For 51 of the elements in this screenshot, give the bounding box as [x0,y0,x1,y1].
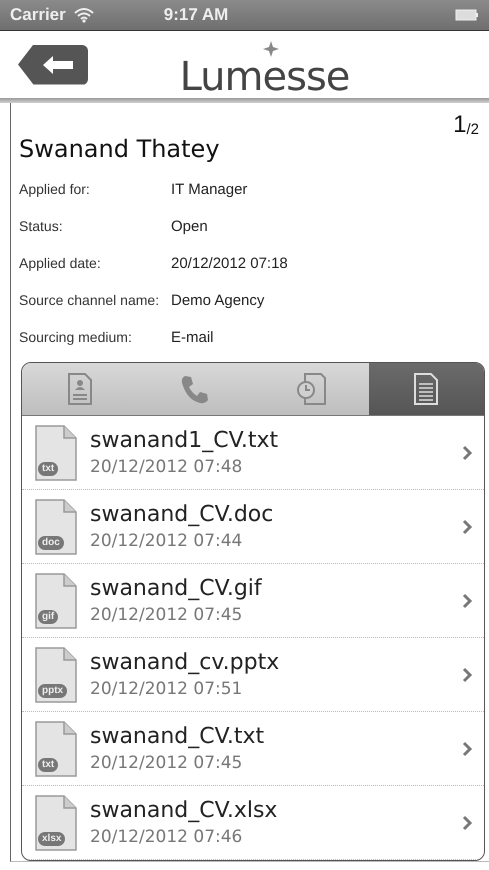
chevron-right-icon [462,666,472,682]
file-icon [34,572,78,630]
sparkle-icon [262,40,278,57]
detail-label: Source channel name: [19,292,160,309]
document-row[interactable]: doc swanand_CV.doc 20/12/2012 07:44 [22,490,484,564]
chevron-right-icon [462,740,472,756]
file-date: 20/12/2012 07:51 [90,679,244,699]
tab[interactable] [368,363,484,415]
document-row[interactable]: gif swanand_CV.gif 20/12/2012 07:45 [22,564,484,638]
file-icon [34,424,78,482]
file-name: swanand_CV.gif [90,576,263,601]
detail-value: 20/12/2012 07:18 [171,255,289,272]
document-icon [413,372,440,406]
left-arrow-icon [43,56,73,74]
file-name: swanand_CV.xlsx [90,798,278,823]
detail-label: Applied for: [19,181,91,198]
document-row[interactable]: txt swanand_CV.txt 20/12/2012 07:45 [22,712,484,786]
file-name: swanand_CV.txt [90,724,266,749]
chevron-right-icon [462,518,472,534]
file-date: 20/12/2012 07:44 [90,531,244,551]
candidate-name: Swanand Thatey [19,135,220,163]
logo: Lumesse [180,56,350,97]
clock-time: 9:17 AM [164,4,228,25]
file-date: 20/12/2012 07:45 [90,605,244,625]
file-date: 20/12/2012 07:48 [90,457,244,477]
battery-icon [455,8,479,21]
document-row[interactable]: txt swanand1_CV.txt 20/12/2012 07:48 [22,416,484,490]
back-button[interactable] [18,44,88,85]
profile-document-icon [66,372,93,406]
file-name: swanand_CV.doc [90,502,274,527]
file-date: 20/12/2012 07:46 [90,827,244,847]
document-row[interactable]: pptx swanand_cv.pptx 20/12/2012 07:51 [22,638,484,712]
detail-value: Demo Agency [171,292,266,309]
file-date: 20/12/2012 07:45 [90,753,244,773]
file-name: swanand1_CV.txt [90,428,280,453]
page-indicator: 1$_{/2}$ [453,111,479,139]
carrier-label: Carrier [10,4,66,25]
detail-value: Open [171,218,209,235]
detail-label: Status: [19,218,64,235]
detail-label: Applied date: [19,255,102,272]
wifi-icon [74,6,94,23]
detail-label: Sourcing medium: [19,329,133,346]
document-row[interactable]: xlsx swanand_CV.xlsx 20/12/2012 07:46 [22,786,484,860]
file-name: swanand_cv.pptx [90,650,280,675]
detail-value: IT Manager [171,181,248,198]
clock-document-icon [294,372,327,406]
chevron-right-icon [462,814,472,830]
detail-value: E-mail [171,329,215,346]
chevron-right-icon [462,592,472,608]
file-icon [34,720,78,778]
chevron-right-icon [462,444,472,460]
